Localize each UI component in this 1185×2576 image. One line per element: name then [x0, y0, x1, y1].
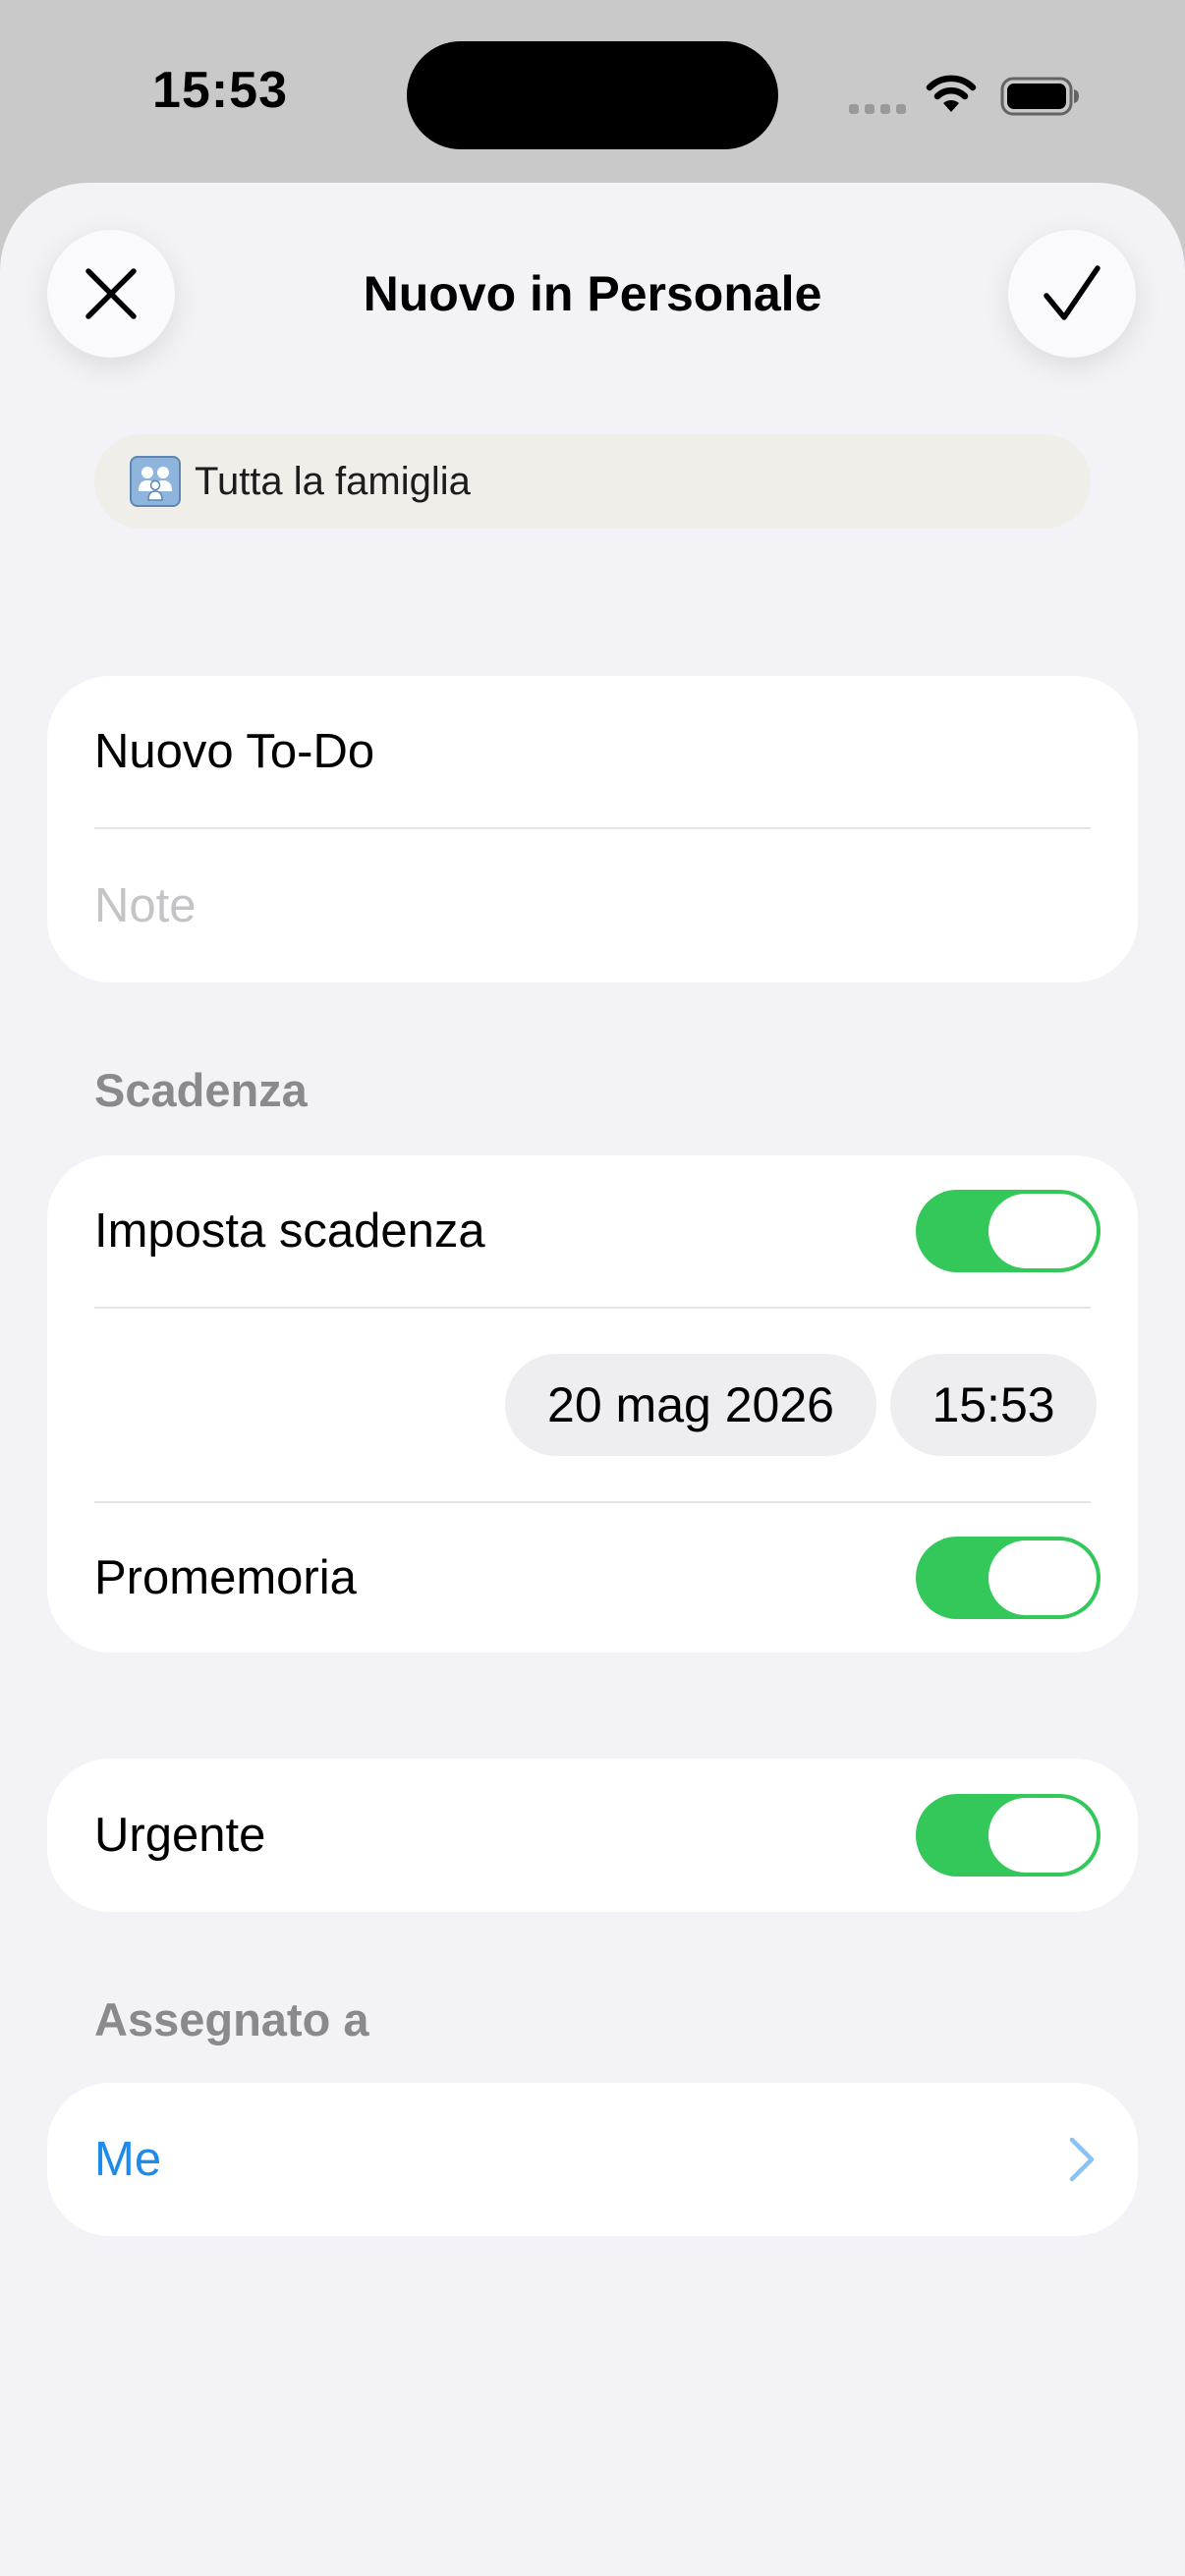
assigned-row[interactable]: Me	[94, 2083, 1095, 2236]
assigned-section-header: Assegnato a	[94, 1993, 369, 2045]
wifi-icon	[926, 75, 977, 112]
todo-details-card: Nuovo To-Do Note	[47, 676, 1138, 982]
status-time: 15:53	[152, 62, 288, 119]
deadline-section-header: Scadenza	[94, 1064, 308, 1116]
close-button[interactable]	[47, 230, 175, 358]
deadline-date-picker[interactable]: 20 mag 2026	[505, 1354, 876, 1456]
dynamic-island	[407, 41, 778, 149]
status-bar: 15:53	[0, 0, 1185, 187]
urgent-label: Urgente	[94, 1809, 266, 1862]
close-icon	[85, 268, 137, 319]
reminder-row: Promemoria	[94, 1503, 1100, 1652]
reminder-label: Promemoria	[94, 1551, 357, 1604]
set-deadline-label: Imposta scadenza	[94, 1204, 485, 1258]
deadline-card: Imposta scadenza 20 mag 2026 15:53 Prome…	[47, 1155, 1138, 1652]
chevron-right-icon	[1069, 2137, 1095, 2182]
reminder-toggle[interactable]	[916, 1537, 1100, 1619]
family-icon	[130, 456, 181, 507]
battery-icon	[1000, 77, 1079, 116]
assignee-value: Me	[94, 2133, 162, 2186]
family-scope-chip[interactable]: Tutta la famiglia	[94, 434, 1091, 529]
todo-title-field[interactable]: Nuovo To-Do	[94, 724, 374, 779]
set-deadline-row: Imposta scadenza	[94, 1155, 1100, 1307]
notes-row[interactable]: Note	[94, 829, 1091, 982]
new-todo-sheet: Nuovo in Personale Tutta la famiglia Nuo…	[0, 183, 1185, 2576]
family-chip-label: Tutta la famiglia	[195, 459, 471, 503]
done-button[interactable]	[1008, 230, 1136, 358]
notes-field[interactable]: Note	[94, 878, 197, 933]
urgent-row: Urgente	[94, 1759, 1100, 1912]
set-deadline-toggle[interactable]	[916, 1190, 1100, 1272]
urgent-card: Urgente	[47, 1759, 1138, 1912]
todo-title-row[interactable]: Nuovo To-Do	[94, 676, 1091, 827]
deadline-datetime-row: 20 mag 2026 15:53	[94, 1309, 1097, 1501]
sheet-title: Nuovo in Personale	[363, 266, 822, 321]
urgent-toggle[interactable]	[916, 1794, 1100, 1876]
deadline-time-picker[interactable]: 15:53	[890, 1354, 1097, 1456]
assigned-card[interactable]: Me	[47, 2083, 1138, 2236]
cellular-signal-icon	[849, 104, 908, 114]
checkmark-icon	[1044, 265, 1100, 320]
